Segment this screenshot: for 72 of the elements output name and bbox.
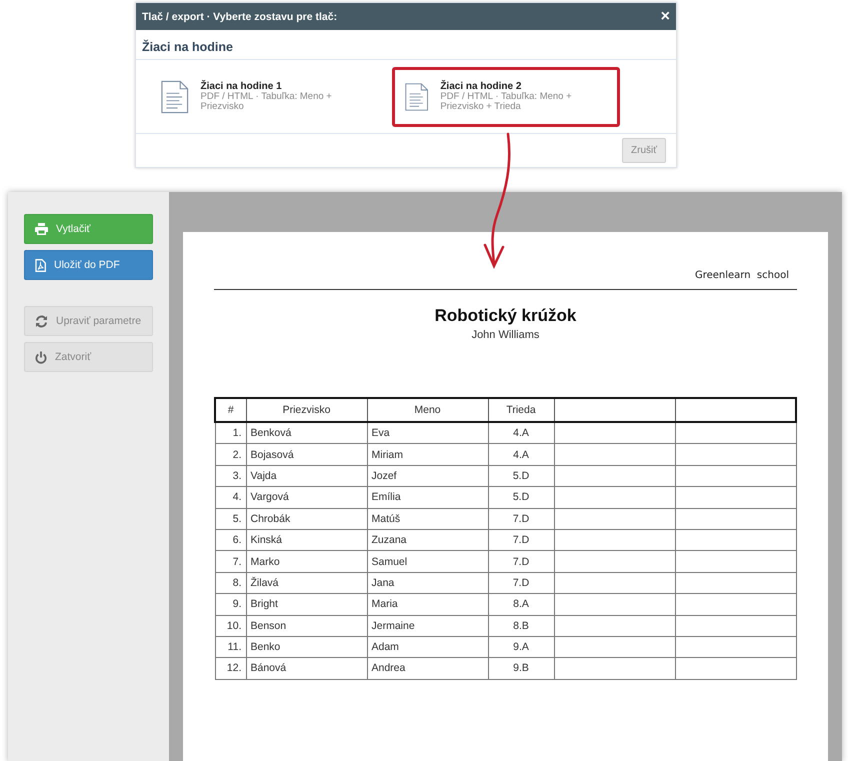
table-cell: Bojasová [246,444,367,466]
table-cell: Andrea [367,658,488,680]
option-name: Žiaci na hodine 2 [440,81,522,92]
table-cell: 8.A [488,594,554,616]
column-header: Trieda [488,398,554,422]
table-cell: Jozef [367,465,488,487]
table-cell: Vajda [246,465,367,487]
print-button[interactable]: Vytlačiť [24,214,153,244]
section-title: Žiaci na hodine [136,30,676,60]
column-header: # [215,398,246,422]
cancel-button[interactable]: Zrušiť [622,138,666,163]
table-cell: 7.D [488,508,554,530]
table-cell: Vargová [246,486,367,508]
dialog-title: Tlač / export · Vyberte zostavu pre tlač: [142,10,338,22]
table-cell: Zuzana [367,529,488,551]
power-icon [35,350,47,364]
option-description: PDF / HTML · Tabuľka: Meno + Priezvisko + Trieda [440,92,573,112]
table-cell: 4.A [488,444,554,466]
table-cell: 3. [215,465,246,487]
table-cell: 4. [215,486,246,508]
table-cell: 1. [215,422,246,444]
table-cell: 9. [215,594,246,616]
teacher-name: John Williams [470,329,540,341]
table-cell: 12. [215,658,246,680]
table-cell: Matúš [367,508,488,530]
table-cell: 10. [215,615,246,636]
table-cell: 9.A [488,636,554,658]
table-cell: 7.D [488,529,554,551]
table-cell: 4.A [488,422,554,444]
table-cell: Bright [246,594,367,616]
table-cell: Eva [367,422,488,444]
table-cell: Benson [246,615,367,636]
column-header: Meno [367,398,488,422]
table-cell: Emília [367,486,488,508]
table-cell: 9.B [488,658,554,680]
table-cell: Chrobák [246,508,367,530]
table-cell: 6. [215,529,246,551]
table-cell: Benková [246,422,367,444]
report-option[interactable]: Žiaci na hodine 1 PDF / HTML · Tabuľka: Meno + Priezvisko [148,66,376,126]
table-cell: 5.D [488,486,554,508]
pdf-file-icon [35,258,46,272]
pdf-button[interactable]: Uložiť do PDF [24,250,153,280]
document-icon [161,78,188,114]
table-cell: Jermaine [367,615,488,636]
table-cell: Žilavá [246,572,367,594]
refresh-icon [35,314,48,328]
school-name: Greenlearn school [694,270,790,281]
document-title: Robotický krúžok [434,306,578,326]
table-cell: 5. [215,508,246,530]
table-cell: 11. [215,636,246,658]
table-cell: 8.B [488,615,554,636]
table-cell: 7.D [488,572,554,594]
report-option[interactable]: Žiaci na hodine 2 PDF / HTML · Tabuľka: Meno + Priezvisko + Trieda [392,66,620,126]
table-cell: Maria [367,594,488,616]
table-cell: 7.D [488,550,554,572]
table-cell: Miriam [367,444,488,466]
table-cell: Kinská [246,529,367,551]
table-cell: 5.D [488,465,554,487]
printer-icon [35,223,48,235]
option-description: PDF / HTML · Tabuľka: Meno + Priezvisko [200,92,333,112]
table-cell: Samuel [367,550,488,572]
table-cell: Marko [246,550,367,572]
table-cell: 2. [215,444,246,466]
table-cell: 7. [215,550,246,572]
table-cell: 8. [215,572,246,594]
table-cell: Adam [367,636,488,658]
close-button[interactable]: × [660,8,670,24]
table-cell: Jana [367,572,488,594]
table-cell: Bánová [246,658,367,680]
column-header: Priezvisko [246,398,367,422]
table-cell: Benko [246,636,367,658]
option-name: Žiaci na hodine 1 [200,81,282,92]
